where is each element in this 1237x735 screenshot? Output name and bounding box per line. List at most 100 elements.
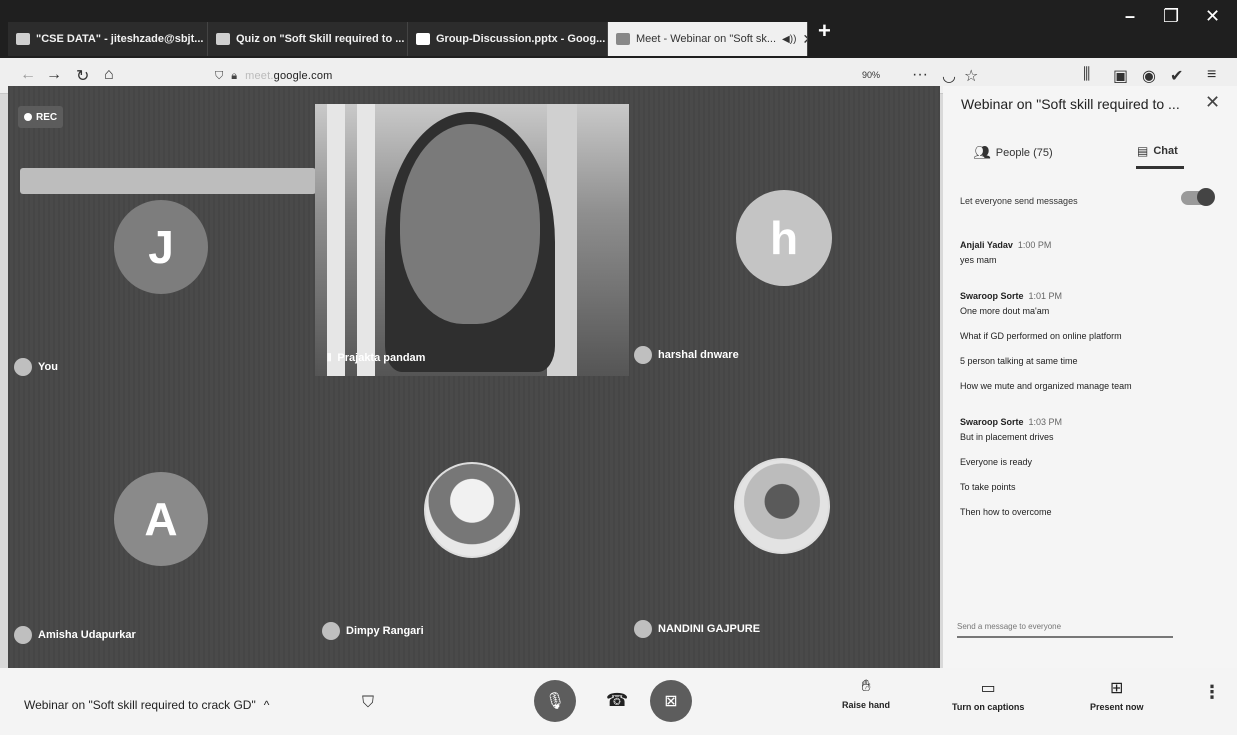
bookmark-star-icon[interactable]: ☆ (964, 66, 978, 86)
chat-input[interactable]: Send a message to everyone (957, 618, 1173, 638)
participant-video[interactable]: ⦀ Prajakta pandam (315, 104, 629, 376)
back-icon[interactable]: ← (20, 66, 36, 84)
url-text: meet.google.com (245, 70, 333, 82)
message-sender: Swaroop Sorte (960, 417, 1024, 427)
toggle-knob (1197, 188, 1215, 206)
record-icon (24, 113, 32, 121)
message-text: yes mam (960, 255, 997, 265)
present-icon: ⊞ (1110, 680, 1124, 697)
close-panel-icon[interactable]: ✕ (1205, 92, 1220, 113)
mic-toggle-button[interactable]: 🎙︎ (534, 680, 576, 722)
message-text: What if GD performed on online platform (960, 331, 1122, 341)
tab-label: Meet - Webinar on "Soft sk... (636, 33, 777, 45)
meeting-stage: REC J You ⦀ Prajakta pandam h harshal dn… (8, 86, 940, 668)
mini-avatar-icon (634, 620, 652, 638)
avatar-nandini-photo (734, 458, 830, 554)
sidebar-icon[interactable]: ▣ (1113, 66, 1128, 86)
chat-panel: Webinar on "Soft skill required to ... ✕… (943, 86, 1237, 668)
participant-label: harshal dnware (658, 349, 739, 361)
message-header: Swaroop Sorte 1:03 PM (960, 417, 1220, 427)
avatar-initial: J (148, 221, 174, 273)
chat-message: Swaroop Sorte 1:03 PM But in placement dr… (960, 417, 1220, 517)
present-now-button[interactable]: ⊞ Present now (1090, 678, 1144, 712)
zoom-level[interactable]: 90% (862, 70, 880, 80)
extension-icon[interactable]: ◉ (1142, 66, 1156, 86)
mini-avatar-icon (634, 346, 652, 364)
shield-icon[interactable]: ⛉ (215, 70, 223, 83)
tab-label: "CSE DATA" - jiteshzade@sbjt... (36, 33, 204, 45)
message-sender: Anjali Yadav (960, 240, 1013, 250)
mini-avatar-icon (14, 358, 32, 376)
participant-label: Dimpy Rangari (346, 625, 424, 637)
close-tab-icon[interactable]: ✕ (802, 31, 807, 48)
tab-label: Group-Discussion.pptx - Goog... (436, 33, 606, 45)
tab-chat[interactable]: ▤ Chat (1137, 144, 1178, 158)
tab-people[interactable]: 👥︎ People (75) (973, 144, 1053, 161)
raise-hand-button[interactable]: ✋︎ Raise hand (842, 678, 890, 710)
mic-off-icon: 🎙︎ (544, 693, 566, 710)
captions-button[interactable]: ▭ Turn on captions (952, 678, 1024, 712)
restore-icon[interactable]: ❐ (1163, 6, 1179, 27)
message-time: 1:00 PM (1017, 240, 1052, 250)
shared-toolbar-strip (20, 168, 316, 194)
checkmark-icon[interactable]: ✔ (1170, 66, 1183, 86)
browser-tab-gmail[interactable]: "CSE DATA" - jiteshzade@sbjt... ✕ (8, 22, 208, 56)
present-label: Present now (1090, 702, 1144, 712)
message-text: To take points (960, 482, 1016, 492)
forward-icon[interactable]: → (46, 66, 62, 84)
audio-indicator-icon: ⦀ (327, 352, 332, 364)
message-header: Swaroop Sorte 1:01 PM (960, 291, 1220, 301)
panel-title: Webinar on "Soft skill required to ... (961, 96, 1180, 112)
meeting-details[interactable]: Webinar on "Soft skill required to crack… (24, 698, 269, 712)
meeting-controls-bar: Webinar on "Soft skill required to crack… (0, 668, 1237, 735)
library-icon[interactable]: ⫼ (1083, 66, 1090, 84)
captions-label: Turn on captions (952, 702, 1025, 712)
forms-icon (216, 33, 230, 45)
lock-icon[interactable]: 🔒︎ (231, 70, 237, 83)
chat-message: Anjali Yadav 1:00 PM yes mam (960, 240, 1220, 265)
chevron-up-icon: ^ (263, 698, 270, 712)
avatar-dimpy-photo (424, 462, 520, 558)
participant-label: Prajakta pandam (337, 352, 426, 364)
new-tab-button[interactable]: + (818, 18, 831, 44)
browser-tab-strip: "CSE DATA" - jiteshzade@sbjt... ✕ Quiz o… (0, 0, 1237, 58)
people-icon: 👥︎ (973, 144, 991, 160)
more-options-icon[interactable]: ⋮ (1203, 682, 1221, 703)
message-text: Then how to overcome (960, 507, 1052, 517)
participant-name-nandini: NANDINI GAJPURE (634, 620, 760, 638)
active-tab-indicator (1136, 166, 1184, 169)
permission-label: Let everyone send messages (960, 196, 1078, 206)
menu-icon[interactable]: ≡ (1207, 66, 1216, 84)
message-text: But in placement drives (960, 432, 1054, 442)
mini-avatar-icon (322, 622, 340, 640)
camera-toggle-button[interactable]: ⊠ (650, 680, 692, 722)
chat-message: Swaroop Sorte 1:01 PM One more dout ma'am… (960, 291, 1220, 391)
tab-label: Quiz on "Soft Skill required to ... (236, 33, 405, 45)
home-icon[interactable]: ⌂ (104, 66, 114, 84)
meet-icon (616, 33, 630, 45)
browser-tab-slides[interactable]: Group-Discussion.pptx - Goog... ✕ (408, 22, 608, 56)
close-window-icon[interactable]: ✕ (1205, 6, 1220, 27)
message-text: 5 person talking at same time (960, 356, 1078, 366)
browser-tab-meet[interactable]: Meet - Webinar on "Soft sk... ◀)) ✕ (608, 22, 808, 56)
avatar-harshal: h (736, 190, 832, 286)
message-text: Everyone is ready (960, 457, 1033, 467)
background-pillar (327, 104, 345, 376)
pocket-icon[interactable]: ◡ (942, 66, 956, 86)
tab-chat-label: Chat (1153, 145, 1178, 157)
speaker-icon[interactable]: ◀)) (782, 34, 796, 45)
mini-avatar-icon (14, 626, 32, 644)
chat-icon: ▤ (1137, 144, 1149, 158)
minimize-icon[interactable]: – (1125, 6, 1135, 27)
reload-icon[interactable]: ↻ (76, 66, 89, 86)
gmail-icon (16, 33, 30, 45)
send-messages-toggle[interactable] (1181, 188, 1215, 206)
security-shield-icon[interactable]: ⛉ (362, 694, 374, 712)
hang-up-icon[interactable]: ☎ (606, 690, 628, 711)
avatar-amisha: A (114, 472, 208, 566)
captions-icon: ▭ (980, 680, 996, 697)
participant-label: You (38, 361, 58, 373)
more-actions-icon[interactable]: ··· (912, 66, 928, 84)
browser-tab-quiz[interactable]: Quiz on "Soft Skill required to ... ✕ (208, 22, 408, 56)
avatar-initial: A (144, 493, 178, 545)
